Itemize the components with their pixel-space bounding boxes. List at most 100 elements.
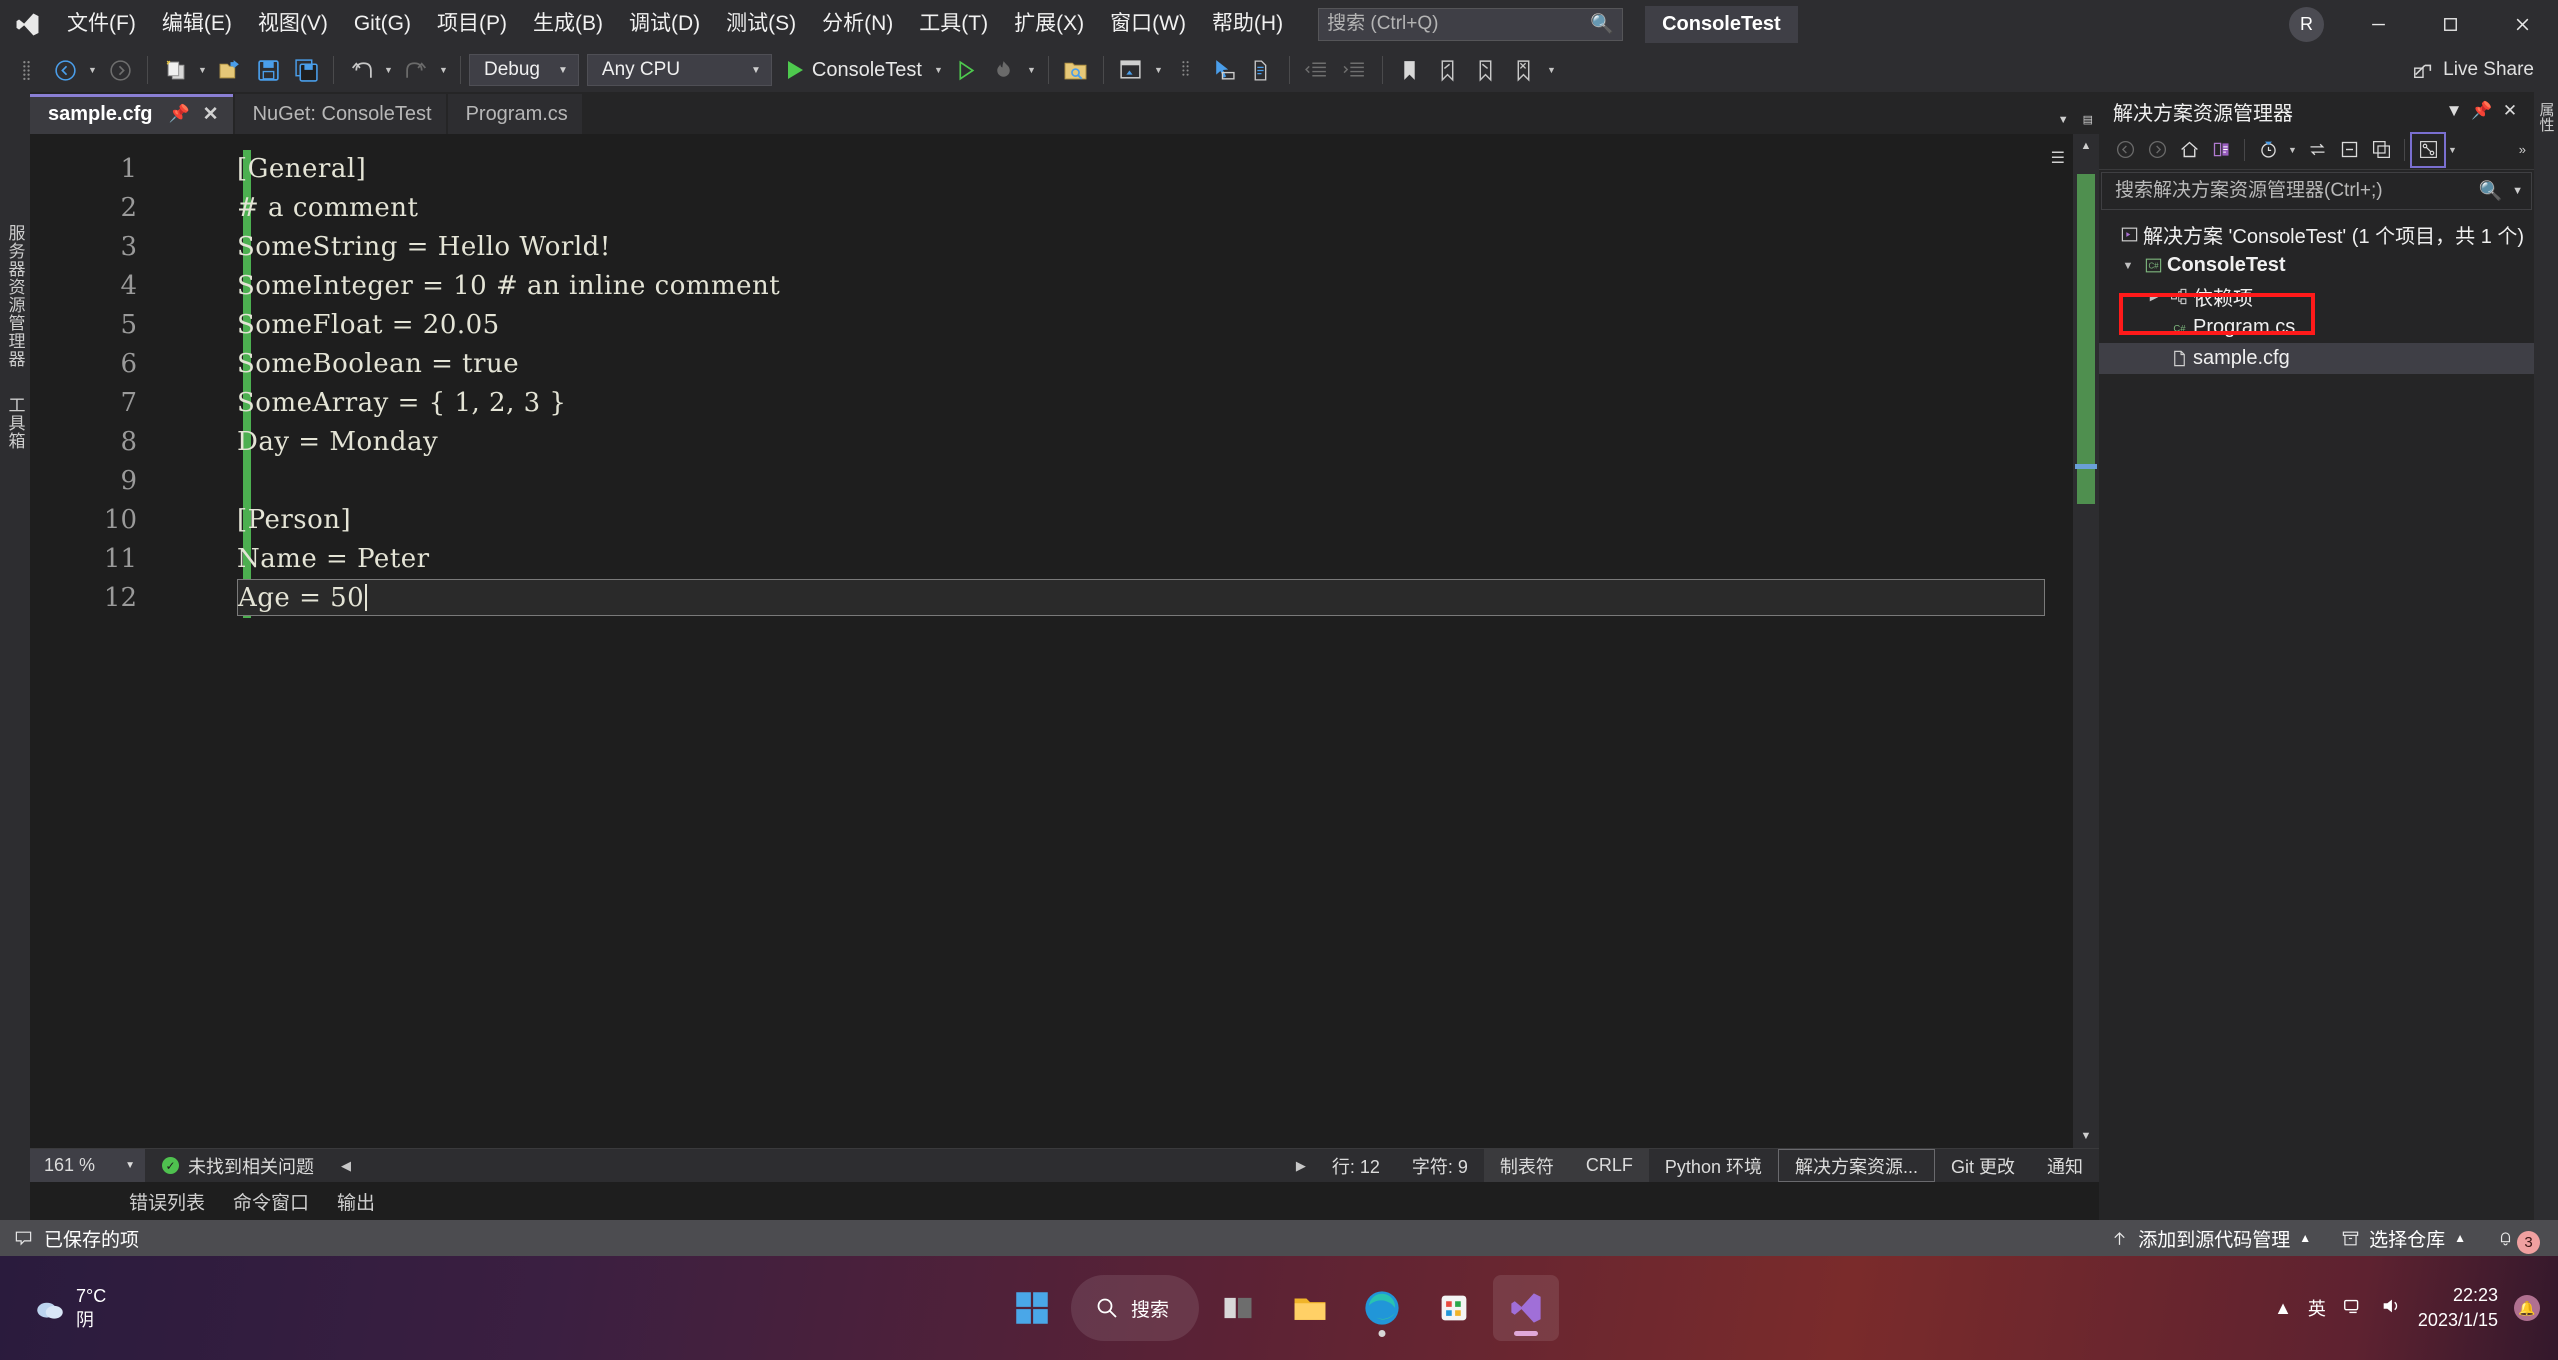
- select-repository-button[interactable]: 选择仓库 ▲: [2331, 1225, 2476, 1252]
- dock-tab-toolbox[interactable]: 工具箱: [0, 382, 33, 464]
- issues-status[interactable]: ✓ 未找到相关问题: [145, 1149, 331, 1182]
- panel-tab-error-list[interactable]: 错误列表: [115, 1188, 219, 1215]
- sync-with-active-document-icon[interactable]: [2205, 134, 2237, 166]
- hot-reload-icon[interactable]: [985, 51, 1023, 89]
- volume-icon[interactable]: [2380, 1295, 2402, 1322]
- python-environment-button[interactable]: Python 环境: [1649, 1149, 1778, 1182]
- search-in-folder-icon[interactable]: [1057, 51, 1095, 89]
- undo-dropdown[interactable]: ▼: [380, 51, 397, 89]
- windows-start-icon[interactable]: [999, 1275, 1065, 1341]
- chevron-up-icon[interactable]: ▲: [2274, 1298, 2292, 1319]
- toolbar-drag-handle-icon[interactable]: [8, 51, 46, 89]
- network-icon[interactable]: [2342, 1295, 2364, 1322]
- dock-tab-server-explorer[interactable]: 服务器资源管理器: [0, 210, 33, 382]
- collapse-all-icon[interactable]: [2333, 134, 2365, 166]
- solution-explorer-search-box[interactable]: 🔍 ▼: [2101, 172, 2532, 210]
- global-search-input[interactable]: [1327, 13, 1591, 35]
- solution-tree[interactable]: 解决方案 'ConsoleTest' (1 个项目，共 1 个) ▼ C# Co…: [2099, 210, 2534, 1220]
- clock-widget[interactable]: 22:23 2023/1/15: [2418, 1283, 2498, 1333]
- platform-combo[interactable]: Any CPU ▼: [586, 54, 772, 86]
- navigate-back-icon[interactable]: [46, 51, 84, 89]
- properties-view-dropdown[interactable]: ▼: [2444, 131, 2461, 169]
- refresh-icon[interactable]: [2301, 134, 2333, 166]
- tab-nuget-consoletest[interactable]: NuGet: ConsoleTest: [234, 94, 446, 134]
- solution-explorer-search-input[interactable]: [2115, 180, 2479, 202]
- indent-mode-status[interactable]: 制表符: [1483, 1149, 1570, 1182]
- next-bookmark-icon[interactable]: [1467, 51, 1505, 89]
- input-language-indicator[interactable]: 英: [2308, 1295, 2326, 1321]
- tree-node-program-cs[interactable]: C# Program.cs: [2099, 312, 2534, 343]
- menu-build[interactable]: 生成(B): [520, 0, 616, 48]
- issues-prev-icon[interactable]: ◀: [331, 1158, 361, 1174]
- run-without-debug-icon[interactable]: [947, 51, 985, 89]
- close-icon[interactable]: ✕: [203, 103, 219, 126]
- menu-edit[interactable]: 编辑(E): [149, 0, 245, 48]
- git-changes-button[interactable]: Git 更改: [1935, 1149, 2031, 1182]
- build-configuration-combo[interactable]: Debug ▼: [469, 54, 579, 86]
- compare-files-icon[interactable]: [1243, 51, 1281, 89]
- chevron-down-icon[interactable]: ▼: [2058, 114, 2069, 126]
- notifications-status-button[interactable]: 3: [2486, 1222, 2544, 1254]
- editor-vertical-scrollbar[interactable]: ▲ ▼: [2073, 134, 2099, 1148]
- menu-tools[interactable]: 工具(T): [906, 0, 1001, 48]
- menu-extensions[interactable]: 扩展(X): [1001, 0, 1097, 48]
- toolbar-drag-handle-icon[interactable]: [1167, 51, 1205, 89]
- menu-project[interactable]: 项目(P): [424, 0, 520, 48]
- new-project-dropdown[interactable]: ▼: [194, 51, 211, 89]
- bookmarks-overflow[interactable]: ▼: [1543, 51, 1560, 89]
- pointer-select-icon[interactable]: [1205, 51, 1243, 89]
- redo-dropdown[interactable]: ▼: [435, 51, 452, 89]
- indent-icon[interactable]: [1336, 51, 1374, 89]
- forward-icon[interactable]: [2141, 134, 2173, 166]
- maximize-button[interactable]: [2414, 0, 2486, 48]
- previous-bookmark-icon[interactable]: [1429, 51, 1467, 89]
- hot-reload-dropdown[interactable]: ▼: [1023, 51, 1040, 89]
- menu-analyze[interactable]: 分析(N): [809, 0, 906, 48]
- dock-tab-properties[interactable]: 属性: [2536, 102, 2557, 1220]
- clear-bookmarks-icon[interactable]: [1505, 51, 1543, 89]
- home-icon[interactable]: [2173, 134, 2205, 166]
- taskbar-search-button[interactable]: 搜索: [1070, 1275, 1200, 1341]
- menu-test[interactable]: 测试(S): [713, 0, 809, 48]
- add-to-source-control-button[interactable]: 添加到源代码管理 ▲: [2100, 1225, 2321, 1252]
- tree-node-solution[interactable]: 解决方案 'ConsoleTest' (1 个项目，共 1 个): [2099, 219, 2534, 250]
- back-icon[interactable]: [2109, 134, 2141, 166]
- global-search-box[interactable]: 🔍: [1318, 7, 1624, 41]
- menu-debug[interactable]: 调试(D): [616, 0, 713, 48]
- zoom-level-combo[interactable]: 161 % ▼: [30, 1149, 145, 1182]
- new-project-icon[interactable]: [156, 51, 194, 89]
- window-layout-icon[interactable]: [1112, 51, 1150, 89]
- chevron-down-icon[interactable]: ▼: [2440, 101, 2468, 121]
- start-debugging-button[interactable]: ConsoleTest: [780, 51, 930, 89]
- line-ending-status[interactable]: CRLF: [1569, 1149, 1649, 1182]
- panel-tab-command-window[interactable]: 命令窗口: [219, 1188, 323, 1215]
- show-all-files-icon[interactable]: [2365, 134, 2397, 166]
- tab-sample-cfg[interactable]: sample.cfg 📌 ✕: [30, 94, 233, 134]
- scrollbar-thumb[interactable]: [2077, 174, 2095, 504]
- properties-view-icon[interactable]: [2410, 131, 2446, 168]
- code-line-current[interactable]: Age = 50: [237, 579, 2045, 616]
- menu-view[interactable]: 视图(V): [245, 0, 341, 48]
- open-file-icon[interactable]: [211, 51, 249, 89]
- bookmark-icon[interactable]: [1391, 51, 1429, 89]
- save-all-icon[interactable]: [287, 51, 325, 89]
- undo-icon[interactable]: [342, 51, 380, 89]
- start-dropdown[interactable]: ▼: [930, 51, 947, 89]
- expand-arrow-icon[interactable]: ▼: [2117, 260, 2139, 272]
- live-share-button[interactable]: Live Share: [2412, 59, 2534, 81]
- status-expand-icon[interactable]: ▶: [1286, 1158, 1316, 1174]
- navigate-back-dropdown[interactable]: ▼: [84, 51, 101, 89]
- solution-explorer-button[interactable]: 解决方案资源...: [1777, 1149, 1935, 1182]
- menu-window[interactable]: 窗口(W): [1097, 0, 1199, 48]
- toolbar-overflow-icon[interactable]: »: [2519, 142, 2526, 157]
- close-icon[interactable]: ✕: [2496, 101, 2524, 121]
- expand-arrow-icon[interactable]: ▶: [2143, 290, 2165, 303]
- active-files-icon[interactable]: ▤: [2083, 113, 2093, 126]
- panel-tab-output[interactable]: 输出: [323, 1188, 389, 1215]
- scroll-down-icon[interactable]: ▼: [2073, 1124, 2099, 1148]
- pending-changes-icon[interactable]: [2252, 134, 2284, 166]
- notification-bell-icon[interactable]: 🔔: [2514, 1295, 2540, 1321]
- tree-node-project[interactable]: ▼ C# ConsoleTest: [2099, 250, 2534, 281]
- navigate-forward-icon[interactable]: [101, 51, 139, 89]
- outdent-icon[interactable]: [1298, 51, 1336, 89]
